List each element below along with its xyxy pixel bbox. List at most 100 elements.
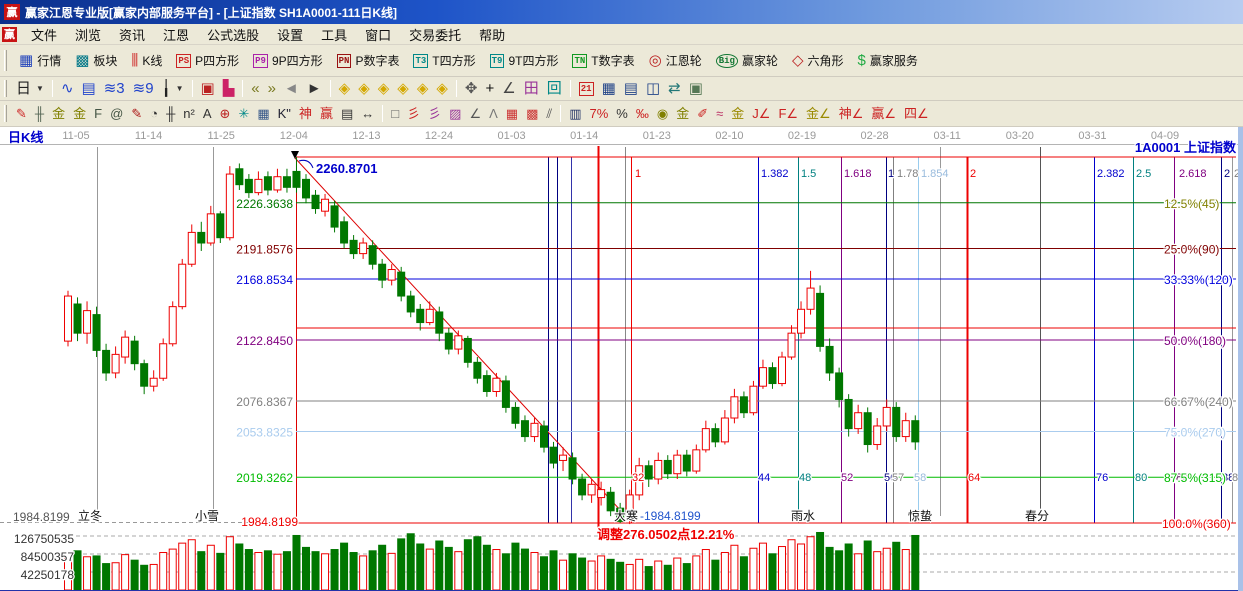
toolbar-button-red-grid-box[interactable]: ▩: [522, 105, 542, 123]
toolbar-button-v-wave[interactable]: Λ: [485, 105, 502, 123]
menu-item-view[interactable]: 浏览: [66, 23, 110, 46]
menu-item-settings[interactable]: 设置: [268, 23, 312, 46]
toolbar-button-percent-red[interactable]: 7%: [586, 105, 613, 123]
menu-item-tools[interactable]: 工具: [312, 23, 356, 46]
toolbar-button-hexagon[interactable]: ◇六角形: [785, 50, 851, 71]
toolbar-button-kline[interactable]: ⫼K线: [124, 50, 169, 71]
toolbar-button-gann-expand-all[interactable]: ◈: [413, 79, 433, 98]
toolbar-button-angle-f[interactable]: F∠: [774, 105, 802, 123]
toolbar-button-shen-tool[interactable]: 神: [295, 105, 316, 123]
menu-item-help[interactable]: 帮助: [470, 23, 514, 46]
toolbar-button-prev-bar[interactable]: ◄: [280, 79, 303, 98]
toolbar-button-red-grid[interactable]: ▦: [502, 105, 522, 123]
toolbar-button-ying-tool[interactable]: 赢: [316, 105, 337, 123]
toolbar-button-ink-brush[interactable]: ✐: [693, 105, 712, 123]
menu-item-file[interactable]: 文件: [22, 23, 66, 46]
svg-text:1A0001 上证指数: 1A0001 上证指数: [1135, 140, 1237, 155]
toolbar-button-9t-square[interactable]: T99T四方形: [483, 50, 566, 71]
toolbar-button-time-clock[interactable]: ◔: [146, 105, 162, 123]
toolbar-button-pan-hand[interactable]: ✥: [461, 79, 482, 98]
toolbar-button-fan-box[interactable]: ▨: [445, 105, 465, 123]
toolbar-button-time-grid[interactable]: ╫: [31, 105, 48, 123]
toolbar-button-t-square[interactable]: T3T四方形: [406, 50, 482, 71]
candle: [902, 421, 909, 437]
toolbar-button-pattern-frame[interactable]: ▣: [197, 79, 219, 98]
toolbar-button-period-dropdown[interactable]: 日▼: [12, 79, 48, 98]
toolbar-button-remote-pc[interactable]: ▣: [685, 79, 707, 98]
toolbar-button-quotes[interactable]: ▦行情: [12, 50, 68, 71]
toolbar-button-star-web[interactable]: ✳: [234, 105, 253, 123]
menu-item-gann[interactable]: 江恩: [154, 23, 198, 46]
toolbar-button-first-page[interactable]: «: [247, 79, 263, 98]
toolbar-button-last-page[interactable]: »: [264, 79, 280, 98]
toolbar-button-square-select[interactable]: □: [387, 105, 403, 123]
toolbar-button-gold-line[interactable]: 金: [727, 105, 748, 123]
toolbar-button-gann-fit[interactable]: ◈: [432, 79, 452, 98]
toolbar-button-p-square[interactable]: PSP四方形: [169, 50, 246, 71]
toolbar-button-next-bar[interactable]: ►: [303, 79, 326, 98]
toolbar-button-measure[interactable]: ∠: [498, 79, 519, 98]
toolbar-button-gann-expand-h[interactable]: ◈: [374, 79, 394, 98]
toolbar-button-fan-purple[interactable]: 彡: [424, 105, 445, 123]
toolbar-button-comb-grid-2[interactable]: ╫: [162, 105, 179, 123]
toolbar-button-angle-gold[interactable]: 金∠: [802, 105, 835, 123]
toolbar-button-gold-lines[interactable]: 金: [672, 105, 693, 123]
toolbar-button-net-send[interactable]: ⇄: [664, 79, 685, 98]
toolbar-button-multi-angle[interactable]: ∠: [465, 105, 485, 123]
menu-item-trade[interactable]: 交易委托: [400, 23, 470, 46]
toolbar-button-n-square[interactable]: n²: [179, 105, 199, 123]
toolbar-button-brush[interactable]: ✎: [12, 105, 31, 123]
toolbar-button-percent[interactable]: %: [612, 105, 632, 123]
toolbar-button-p-number-table[interactable]: PNP数字表: [330, 50, 407, 71]
toolbar-button-f10-info[interactable]: ▤: [78, 79, 100, 98]
toolbar-button-a-channel[interactable]: A: [199, 105, 216, 123]
toolbar-button-percent-lines[interactable]: ‰: [632, 105, 653, 123]
menu-item-news[interactable]: 资讯: [110, 23, 154, 46]
toolbar-button-wave-3[interactable]: ≋3: [100, 79, 129, 98]
menu-item-window[interactable]: 窗口: [356, 23, 400, 46]
toolbar-button-fan-red[interactable]: 彡: [403, 105, 424, 123]
toolbar-button-wave-9[interactable]: ≋9: [129, 79, 158, 98]
toolbar-button-sectors[interactable]: ▩板块: [68, 50, 124, 71]
toolbar-button-9p-square[interactable]: P99P四方形: [246, 50, 330, 71]
toolbar-button-volume-profile[interactable]: ▙: [219, 79, 239, 98]
toolbar-button-cycle-tool[interactable]: 回: [543, 79, 566, 98]
toolbar-button-parallel-lines[interactable]: ⫽: [542, 105, 556, 123]
toolbar-button-number-grid[interactable]: ▤: [337, 105, 357, 123]
kline-chart-canvas[interactable]: 11-0511-1411-2512-0412-1312-2401-0301-14…: [0, 127, 1238, 591]
toolbar-button-winner-service[interactable]: $赢家服务: [851, 50, 925, 71]
toolbar-separator: [456, 80, 457, 96]
toolbar-button-t-number-table[interactable]: TNT数字表: [565, 50, 641, 71]
toolbar-button-f-grid[interactable]: F: [90, 105, 106, 123]
toolbar-button-gold-gate-9[interactable]: 金: [69, 105, 90, 123]
toolbar-button-winner-wheel[interactable]: Big赢家轮: [709, 50, 785, 71]
toolbar-button-memo[interactable]: ▤: [620, 79, 642, 98]
toolbar-separator: [330, 80, 331, 96]
toolbar-button-stat-bars[interactable]: ▥: [565, 105, 585, 123]
toolbar-button-gann-wheel[interactable]: ◎江恩轮: [642, 50, 709, 71]
toolbar-button-crosshair[interactable]: +: [482, 79, 499, 98]
toolbar-button-h-span[interactable]: ↔: [357, 105, 378, 123]
toolbar-button-gann-compress-h[interactable]: ◈: [393, 79, 413, 98]
toolbar-button-circle-target[interactable]: ⊕: [216, 105, 235, 123]
toolbar-button-trend-overlay[interactable]: ∿: [57, 79, 78, 98]
toolbar-button-spiral[interactable]: @: [106, 105, 127, 123]
toolbar-button-angle-j[interactable]: J∠: [748, 105, 774, 123]
toolbar-button-candle-type-dropdown[interactable]: ╽▼: [158, 79, 188, 98]
toolbar-button-save[interactable]: ◫: [642, 79, 664, 98]
menu-item-formula-pick[interactable]: 公式选股: [198, 23, 268, 46]
toolbar-button-web-box[interactable]: ▦: [253, 105, 273, 123]
toolbar-button-wave-band[interactable]: ≈: [712, 105, 727, 123]
toolbar-button-angle-ying[interactable]: 赢∠: [867, 105, 900, 123]
toolbar-button-calculator[interactable]: ▦: [598, 79, 620, 98]
toolbar-button-square-tool[interactable]: 田: [520, 79, 543, 98]
toolbar-button-angle-four[interactable]: 四∠: [900, 105, 933, 123]
toolbar-button-k-quote[interactable]: K": [274, 105, 295, 123]
toolbar-button-angle-shen[interactable]: 神∠: [835, 105, 868, 123]
toolbar-button-gann-shift-right[interactable]: ◈: [354, 79, 374, 98]
toolbar-button-gold-circle[interactable]: ◉: [653, 105, 672, 123]
toolbar-button-gann-shift-left[interactable]: ◈: [335, 79, 355, 98]
toolbar-button-calendar[interactable]: 21: [575, 80, 598, 98]
toolbar-button-gold-gate[interactable]: 金: [48, 105, 69, 123]
toolbar-button-brush-red[interactable]: ✎: [127, 105, 146, 123]
